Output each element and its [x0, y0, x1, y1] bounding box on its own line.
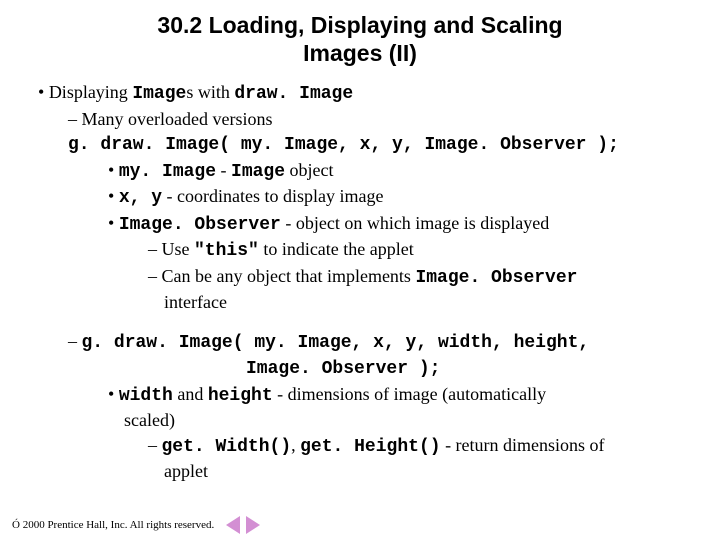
bullet-getwidth: get. Width(), get. Height() - return dim…	[148, 434, 690, 459]
bullet-getwidth-cont: applet	[164, 460, 690, 483]
signature-1: g. draw. Image( my. Image, x, y, Image. …	[68, 132, 690, 157]
bullet-xy: x, y - coordinates to display image	[108, 185, 690, 210]
content-list: Displaying Images with draw. Image Many …	[30, 81, 690, 483]
bullet-use-this: Use "this" to indicate the applet	[148, 238, 690, 263]
signature-2-line2: Image. Observer );	[246, 356, 690, 381]
slide-title: 30.2 Loading, Displaying and Scaling Ima…	[30, 12, 690, 67]
bullet-width-height-cont: scaled)	[124, 409, 690, 432]
signature-2-line1: g. draw. Image( my. Image, x, y, width, …	[68, 330, 690, 355]
title-line-2: Images (II)	[303, 40, 417, 66]
bullet-displaying-images: Displaying Images with draw. Image	[38, 81, 690, 106]
bullet-imageobserver: Image. Observer - object on which image …	[108, 212, 690, 237]
nav-buttons	[226, 516, 260, 534]
title-line-1: 30.2 Loading, Displaying and Scaling	[157, 12, 562, 38]
bullet-overloaded: Many overloaded versions	[68, 108, 690, 131]
prev-icon[interactable]	[226, 516, 240, 534]
footer: Ó 2000 Prentice Hall, Inc. All rights re…	[12, 516, 260, 534]
bullet-any-object: Can be any object that implements Image.…	[148, 265, 690, 290]
bullet-myimage: my. Image - Image object	[108, 159, 690, 184]
bullet-any-object-cont: interface	[164, 291, 690, 314]
bullet-width-height: width and height - dimensions of image (…	[108, 383, 690, 408]
copyright-text: Ó 2000 Prentice Hall, Inc. All rights re…	[12, 519, 214, 531]
next-icon[interactable]	[246, 516, 260, 534]
spacer	[30, 316, 690, 330]
